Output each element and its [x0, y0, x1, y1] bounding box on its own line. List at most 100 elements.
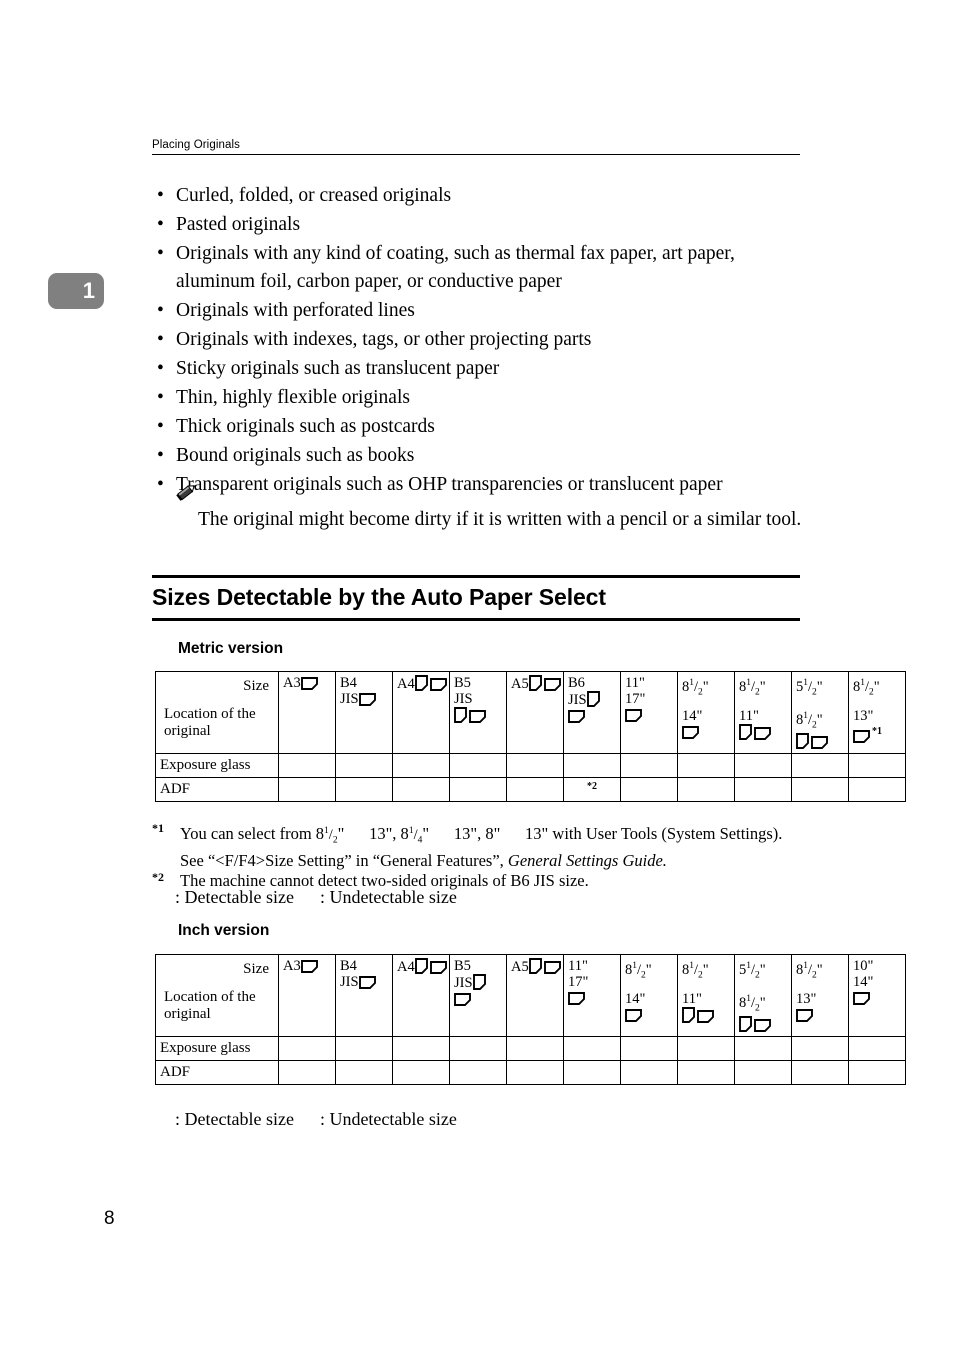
section-heading-block: Sizes Detectable by the Auto Paper Selec… [152, 575, 800, 621]
size-header-line: B4 [340, 958, 388, 974]
bullet-item: • Pasted originals [152, 211, 802, 239]
size-header-line: 81/2" [739, 675, 787, 701]
size-header-line: 81/2" [682, 958, 730, 984]
header-spacer [796, 984, 844, 991]
corner-location-label: Location of the original [164, 989, 256, 1022]
detectability-cell [335, 753, 393, 779]
detectability-cell [848, 777, 906, 803]
detectability-cell [278, 753, 336, 779]
detectability-cell [848, 753, 906, 779]
fraction-measure: 81/2" [739, 678, 766, 698]
footnotes-block: *1 You can select from 81/2" 13", 81/4" 1… [152, 821, 812, 890]
bullet-text: Pasted originals [176, 214, 301, 235]
header-spacer [739, 984, 787, 991]
size-column-header: 81/2" 11" [677, 953, 735, 1038]
detectability-cell [278, 1060, 336, 1086]
row-label-cell: Exposure glass [155, 753, 279, 779]
size-header-line: JIS [340, 691, 388, 707]
measure-label: B5 [454, 675, 471, 691]
note-block: The original might become dirty if it is… [152, 480, 802, 532]
paper-landscape-icon [543, 678, 561, 691]
detectability-cell [848, 1060, 906, 1086]
paper-portrait-icon [586, 691, 600, 707]
size-column-header: A3 [278, 953, 336, 1038]
header-spacer [796, 701, 844, 708]
legend-undetectable-label: : Undetectable size [319, 1109, 457, 1129]
size-column-header: 81/2" 11" [734, 670, 792, 755]
bullet-text: Sticky originals such as translucent pap… [176, 357, 500, 379]
paper-landscape-icon [543, 961, 561, 974]
size-column-header: 81/2" 13" *1 [848, 670, 906, 755]
bullet-item: • Bound originals such as books [152, 442, 802, 470]
paper-landscape-icon [853, 729, 870, 743]
size-header-line: JIS [568, 691, 616, 708]
header-spacer [853, 701, 901, 708]
table-corner-cell: Size Location of the original [155, 670, 279, 755]
paper-landscape-icon [811, 736, 828, 750]
bullet-dot-icon: • [157, 185, 164, 206]
detectability-cell [620, 753, 678, 779]
size-header-line: 51/2" [739, 958, 787, 984]
size-header-line: B6 [568, 675, 616, 691]
paper-portrait-icon [796, 733, 809, 750]
detectability-cell [677, 777, 735, 803]
size-header-line: 13" [796, 991, 844, 1007]
size-column-header: B5 JIS [449, 953, 507, 1038]
detectability-cell [563, 1060, 621, 1086]
measure-label: B6 [568, 675, 585, 691]
measure-label: B4 [340, 675, 357, 691]
paper-portrait-icon [414, 675, 428, 691]
detectability-cell [392, 1036, 450, 1062]
measure-label: 13" [853, 707, 874, 724]
size-header-line: B5 [454, 675, 502, 691]
footnote-marker: *1 [152, 821, 164, 835]
bullet-text: Originals with any kind of coating, such… [176, 243, 735, 292]
fraction-measure: 81/2" [739, 993, 766, 1014]
bullet-item: • Curled, folded, or creased originals [152, 182, 802, 210]
detectability-cell [392, 1060, 450, 1086]
fraction-measure: 81/2" [625, 961, 652, 981]
legend-metric: : Detectable size: Undetectable size [175, 885, 457, 909]
fraction-measure: 51/2" [796, 678, 823, 698]
bullet-dot-icon: • [157, 386, 164, 408]
measure-label: 11" [682, 990, 702, 1007]
detectability-cell [449, 1036, 507, 1062]
legend-detectable-label: : Detectable size [175, 887, 294, 907]
size-header-icons [568, 708, 616, 724]
size-column-header: B6 JIS [563, 670, 621, 755]
detectability-cell [335, 1036, 393, 1062]
size-header-line: 11" [625, 675, 673, 691]
detectability-cell [563, 1036, 621, 1062]
size-column-header: 11" 17" [563, 953, 621, 1038]
detectability-cell [734, 753, 792, 779]
size-header-line: 81/2" [739, 991, 787, 1017]
table-corner-cell: Size Location of the original [155, 953, 279, 1038]
size-header-line: A3 [283, 675, 331, 691]
size-header-line: 13" [853, 708, 901, 724]
paper-landscape-icon [754, 1019, 771, 1033]
fraction-measure: 1/4 [408, 826, 423, 846]
paper-landscape-icon [300, 677, 318, 690]
detectability-cell [563, 753, 621, 779]
measure-label: B4 [340, 958, 357, 974]
paper-portrait-icon [739, 723, 752, 740]
size-header-line: 81/2" [796, 708, 844, 734]
detectability-cell [677, 753, 735, 779]
footnote-guide-title: General Settings Guide. [507, 851, 667, 871]
size-header-line: A3 [283, 958, 331, 974]
measure-label: 17" [568, 974, 589, 990]
row-label-cell: ADF [155, 777, 279, 803]
paper-portrait-icon [682, 1006, 695, 1023]
detectability-cell [677, 1036, 735, 1062]
bullet-dot-icon: • [157, 299, 164, 321]
size-column-header: A4 [392, 670, 450, 755]
detectability-cell [278, 1036, 336, 1062]
size-header-icons [454, 707, 502, 724]
jis-label: JIS [340, 974, 359, 990]
measure-label: 14" [625, 990, 646, 1007]
size-header-line: 14" [853, 974, 901, 990]
bullet-text: Thin, highly flexible originals [176, 386, 410, 408]
fraction-measure: 81/2" [853, 678, 880, 698]
measure-label: A5 [511, 959, 529, 975]
size-column-header: 11" 17" [620, 670, 678, 755]
